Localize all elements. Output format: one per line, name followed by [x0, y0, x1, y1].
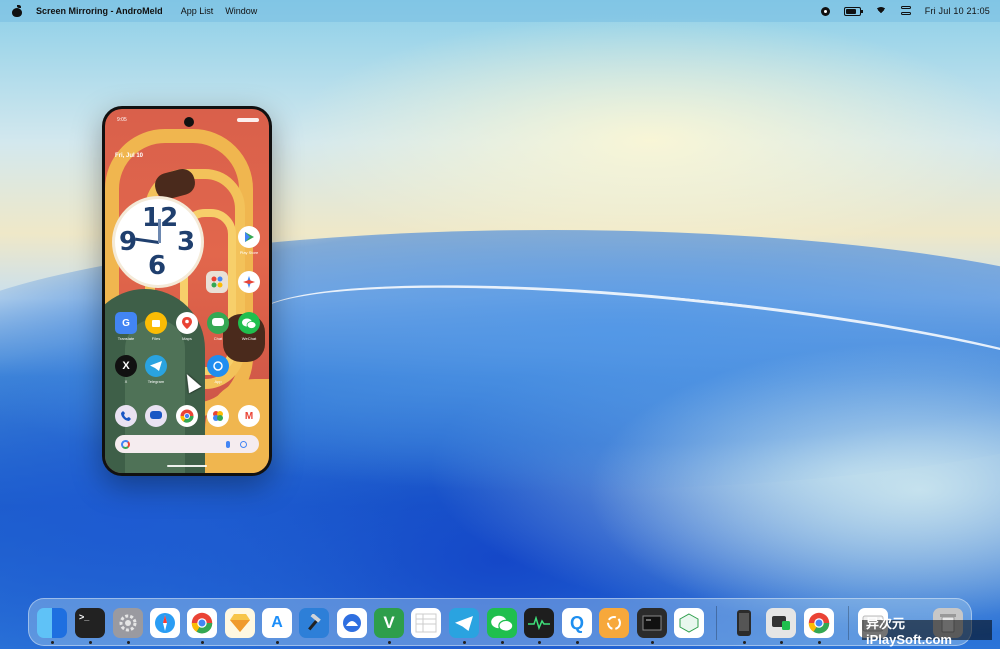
q-icon[interactable]: Q: [562, 608, 592, 638]
chrome-icon[interactable]: [804, 608, 834, 638]
lens-icon[interactable]: [240, 440, 247, 448]
running-indicator: [51, 641, 54, 644]
watermark: 异次元 iPlaySoft.com: [862, 616, 992, 647]
translate-icon[interactable]: G: [115, 312, 137, 334]
mic-icon[interactable]: [226, 440, 230, 448]
clock-widget[interactable]: 12 9 3 6: [115, 199, 201, 285]
battery-icon[interactable]: [843, 6, 863, 16]
running-indicator: [463, 641, 466, 644]
clock-hour-hand: [135, 237, 160, 244]
terminal-icon[interactable]: >_: [75, 608, 105, 638]
app-store-icon[interactable]: A: [262, 608, 292, 638]
menu-window[interactable]: Window: [225, 6, 257, 16]
running-indicator: [127, 641, 130, 644]
menu-app-name[interactable]: Screen Mirroring - AndroMeld: [36, 6, 163, 16]
google-folder-icon[interactable]: [206, 271, 228, 293]
telegram-icon[interactable]: [145, 355, 167, 377]
control-center-icon[interactable]: [900, 6, 911, 16]
files-icon[interactable]: [145, 312, 167, 334]
menu-app-list[interactable]: App List: [181, 6, 214, 16]
clock-digit: 9: [119, 227, 138, 257]
wechat-icon[interactable]: [238, 312, 260, 334]
dock-separator: [716, 606, 717, 640]
status-app-icon[interactable]: [820, 6, 830, 16]
clock-digit: 6: [148, 251, 167, 281]
app-icon[interactable]: [337, 608, 367, 638]
recycle-icon[interactable]: [599, 608, 629, 638]
home-indicator[interactable]: [167, 465, 207, 467]
app-icon[interactable]: [207, 355, 229, 377]
wifi-icon[interactable]: [874, 6, 887, 16]
clock-minute-hand: [158, 219, 161, 243]
finder-icon[interactable]: [37, 608, 67, 638]
games-icon[interactable]: [238, 271, 260, 293]
sketch-icon[interactable]: [225, 608, 255, 638]
hammer-icon[interactable]: [299, 608, 329, 638]
menu-bar: Screen Mirroring - AndroMeld App List Wi…: [0, 0, 1000, 22]
mirror-icon[interactable]: [766, 608, 796, 638]
telegram-icon[interactable]: [449, 608, 479, 638]
phone-device-icon[interactable]: [729, 608, 759, 638]
x-icon[interactable]: X: [115, 355, 137, 377]
chrome-icon[interactable]: [187, 608, 217, 638]
gmail-icon[interactable]: M: [238, 405, 260, 427]
google-search-bar[interactable]: [115, 435, 259, 453]
app-label: WeChat: [241, 336, 257, 341]
wechat-icon[interactable]: [487, 608, 517, 638]
notes-icon[interactable]: [411, 608, 441, 638]
running-indicator: [743, 641, 746, 644]
app-label: App: [214, 379, 222, 384]
running-indicator: [501, 641, 504, 644]
chrome-icon[interactable]: [176, 405, 198, 427]
phone-screen[interactable]: 9:05 Fri, Jul 10 12 9 3 6 Play Store G T…: [105, 109, 269, 473]
running-indicator: [538, 641, 541, 644]
safari-icon[interactable]: [150, 608, 180, 638]
date-widget[interactable]: Fri, Jul 10: [115, 153, 143, 159]
running-indicator: [388, 641, 391, 644]
app-label: Telegram: [147, 379, 165, 384]
running-indicator: [651, 641, 654, 644]
chat-icon[interactable]: [207, 312, 229, 334]
play-store-icon[interactable]: [238, 226, 260, 248]
console-icon[interactable]: [637, 608, 667, 638]
status-icons: [237, 118, 259, 122]
vim-icon[interactable]: V: [374, 608, 404, 638]
running-indicator: [201, 641, 204, 644]
running-indicator: [780, 641, 783, 644]
messages-icon[interactable]: [145, 405, 167, 427]
running-indicator: [276, 641, 279, 644]
maps-icon[interactable]: [176, 312, 198, 334]
status-time: 9:05: [117, 117, 127, 123]
app-label: Play Store: [239, 250, 259, 255]
gear-icon[interactable]: [113, 608, 143, 638]
apple-menu-icon[interactable]: [12, 5, 22, 17]
camera-punch-hole: [184, 117, 194, 127]
clock-digit: 3: [177, 227, 196, 257]
phone-mirror-window[interactable]: 9:05 Fri, Jul 10 12 9 3 6 Play Store G T…: [102, 106, 272, 476]
app-icon[interactable]: [674, 608, 704, 638]
running-indicator: [89, 641, 92, 644]
running-indicator: [576, 641, 579, 644]
activity-icon[interactable]: [524, 608, 554, 638]
phone-icon[interactable]: [115, 405, 137, 427]
menu-clock[interactable]: Fri Jul 10 21:05: [925, 6, 990, 16]
dock-separator: [848, 606, 849, 640]
photos-icon[interactable]: [207, 405, 229, 427]
running-indicator: [818, 641, 821, 644]
google-icon: [121, 439, 130, 449]
